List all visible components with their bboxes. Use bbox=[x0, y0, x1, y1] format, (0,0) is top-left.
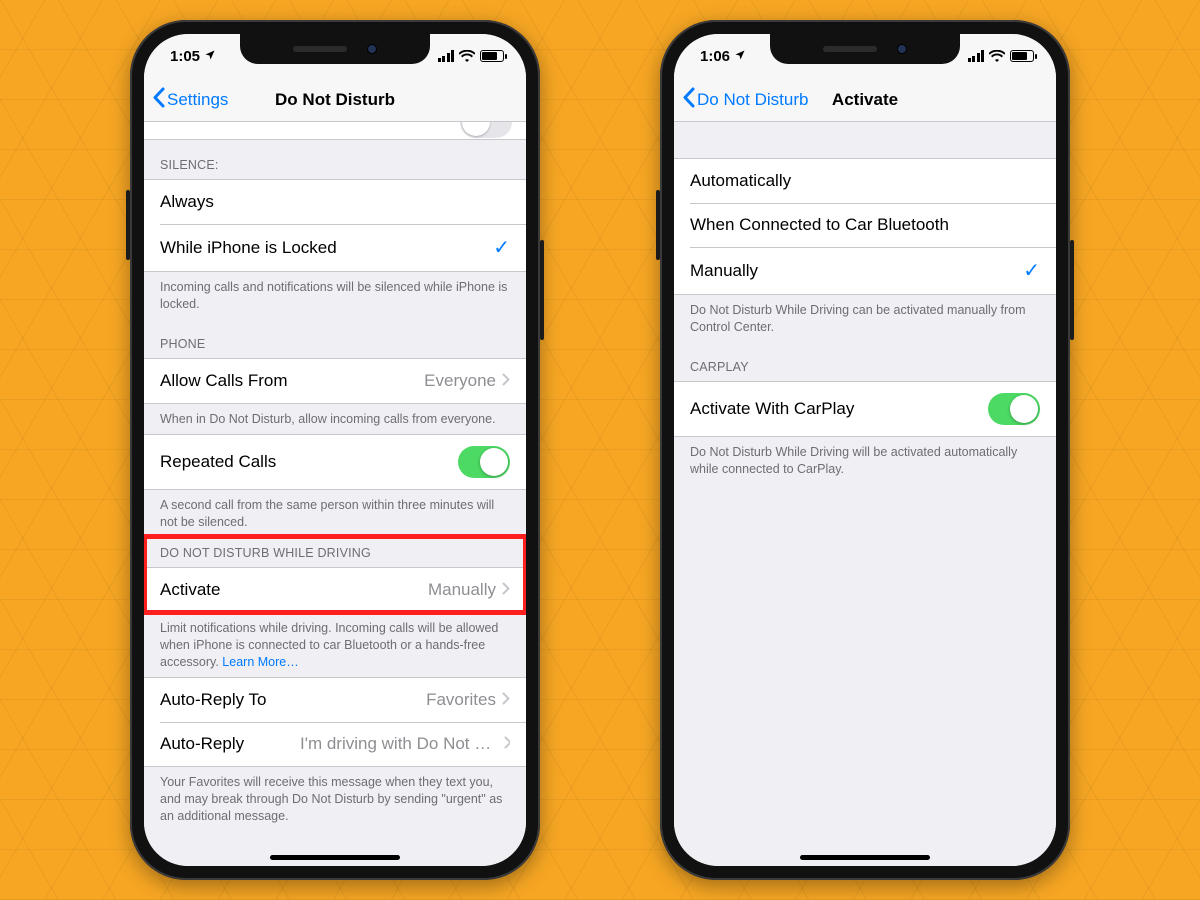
chevron-right-icon bbox=[504, 734, 510, 754]
wifi-icon bbox=[459, 50, 475, 62]
location-icon bbox=[734, 48, 746, 65]
row-silence-locked[interactable]: While iPhone is Locked ✓ bbox=[144, 224, 526, 271]
section-footer-carplay: Do Not Disturb While Driving will be act… bbox=[674, 437, 1056, 484]
toggle-switch[interactable] bbox=[458, 446, 510, 478]
cellular-icon bbox=[438, 50, 455, 62]
chevron-right-icon bbox=[502, 371, 510, 391]
row-option-bluetooth[interactable]: When Connected to Car Bluetooth bbox=[674, 203, 1056, 247]
section-footer-repeated: A second call from the same person withi… bbox=[144, 490, 526, 537]
row-option-manual[interactable]: Manually ✓ bbox=[674, 247, 1056, 294]
home-indicator bbox=[800, 855, 930, 860]
checkmark-icon: ✓ bbox=[1023, 258, 1040, 283]
section-footer-allow: When in Do Not Disturb, allow incoming c… bbox=[144, 404, 526, 434]
status-time: 1:05 bbox=[170, 48, 200, 65]
row-silence-always[interactable]: Always bbox=[144, 180, 526, 224]
value: Manually bbox=[428, 580, 496, 600]
section-header-driving: DO NOT DISTURB WHILE DRIVING bbox=[144, 536, 526, 567]
notch bbox=[770, 34, 960, 64]
label: When Connected to Car Bluetooth bbox=[690, 215, 949, 235]
nav-bar: Settings Do Not Disturb bbox=[144, 78, 526, 122]
row-allow-calls[interactable]: Allow Calls From Everyone bbox=[144, 359, 526, 403]
battery-icon bbox=[480, 50, 504, 62]
section-header-silence: SILENCE: bbox=[144, 140, 526, 179]
back-button[interactable]: Settings bbox=[144, 87, 228, 113]
chevron-left-icon bbox=[682, 87, 695, 113]
section-footer-silence: Incoming calls and notifications will be… bbox=[144, 272, 526, 319]
highlight-activate: DO NOT DISTURB WHILE DRIVING Activate Ma… bbox=[144, 536, 526, 613]
label: Automatically bbox=[690, 171, 791, 191]
label: Repeated Calls bbox=[160, 452, 276, 472]
label: Activate bbox=[160, 580, 220, 600]
value: I'm driving with Do Not Disturb… bbox=[300, 734, 498, 754]
cellular-icon bbox=[968, 50, 985, 62]
chevron-left-icon bbox=[152, 87, 165, 113]
phone-right: 1:06 Do Not Disturb Activate bbox=[660, 20, 1070, 880]
notch bbox=[240, 34, 430, 64]
location-icon bbox=[204, 48, 216, 65]
wifi-icon bbox=[989, 50, 1005, 62]
row-autoreply-to[interactable]: Auto-Reply To Favorites bbox=[144, 678, 526, 722]
label: Allow Calls From bbox=[160, 371, 288, 391]
label: Always bbox=[160, 192, 214, 212]
value: Favorites bbox=[426, 690, 496, 710]
row-activate[interactable]: Activate Manually bbox=[144, 568, 526, 612]
learn-more-link[interactable]: Learn More… bbox=[222, 655, 298, 669]
chevron-right-icon bbox=[502, 580, 510, 600]
toggle-off-icon[interactable] bbox=[460, 122, 512, 138]
row-carplay[interactable]: Activate With CarPlay bbox=[674, 382, 1056, 436]
label: Auto-Reply bbox=[160, 734, 244, 754]
back-button[interactable]: Do Not Disturb bbox=[674, 87, 808, 113]
back-label: Do Not Disturb bbox=[697, 90, 808, 110]
value: Everyone bbox=[424, 371, 496, 391]
label: While iPhone is Locked bbox=[160, 238, 337, 258]
section-header-phone: PHONE bbox=[144, 319, 526, 358]
nav-bar: Do Not Disturb Activate bbox=[674, 78, 1056, 122]
section-footer-driving: Limit notifications while driving. Incom… bbox=[144, 613, 526, 677]
section-footer-options: Do Not Disturb While Driving can be acti… bbox=[674, 295, 1056, 342]
row-scheduled-partial[interactable] bbox=[144, 122, 526, 140]
toggle-switch[interactable] bbox=[988, 393, 1040, 425]
label: Activate With CarPlay bbox=[690, 399, 854, 419]
home-indicator bbox=[270, 855, 400, 860]
section-footer-autoreply: Your Favorites will receive this message… bbox=[144, 767, 526, 831]
chevron-right-icon bbox=[502, 690, 510, 710]
row-option-auto[interactable]: Automatically bbox=[674, 159, 1056, 203]
back-label: Settings bbox=[167, 90, 228, 110]
battery-icon bbox=[1010, 50, 1034, 62]
label: Manually bbox=[690, 261, 758, 281]
section-header-carplay: CARPLAY bbox=[674, 342, 1056, 381]
label: Auto-Reply To bbox=[160, 690, 266, 710]
row-repeated-calls[interactable]: Repeated Calls bbox=[144, 435, 526, 489]
status-time: 1:06 bbox=[700, 48, 730, 65]
row-autoreply[interactable]: Auto-Reply I'm driving with Do Not Distu… bbox=[144, 722, 526, 766]
checkmark-icon: ✓ bbox=[493, 235, 510, 260]
phone-left: 1:05 Settings Do Not Disturb bbox=[130, 20, 540, 880]
